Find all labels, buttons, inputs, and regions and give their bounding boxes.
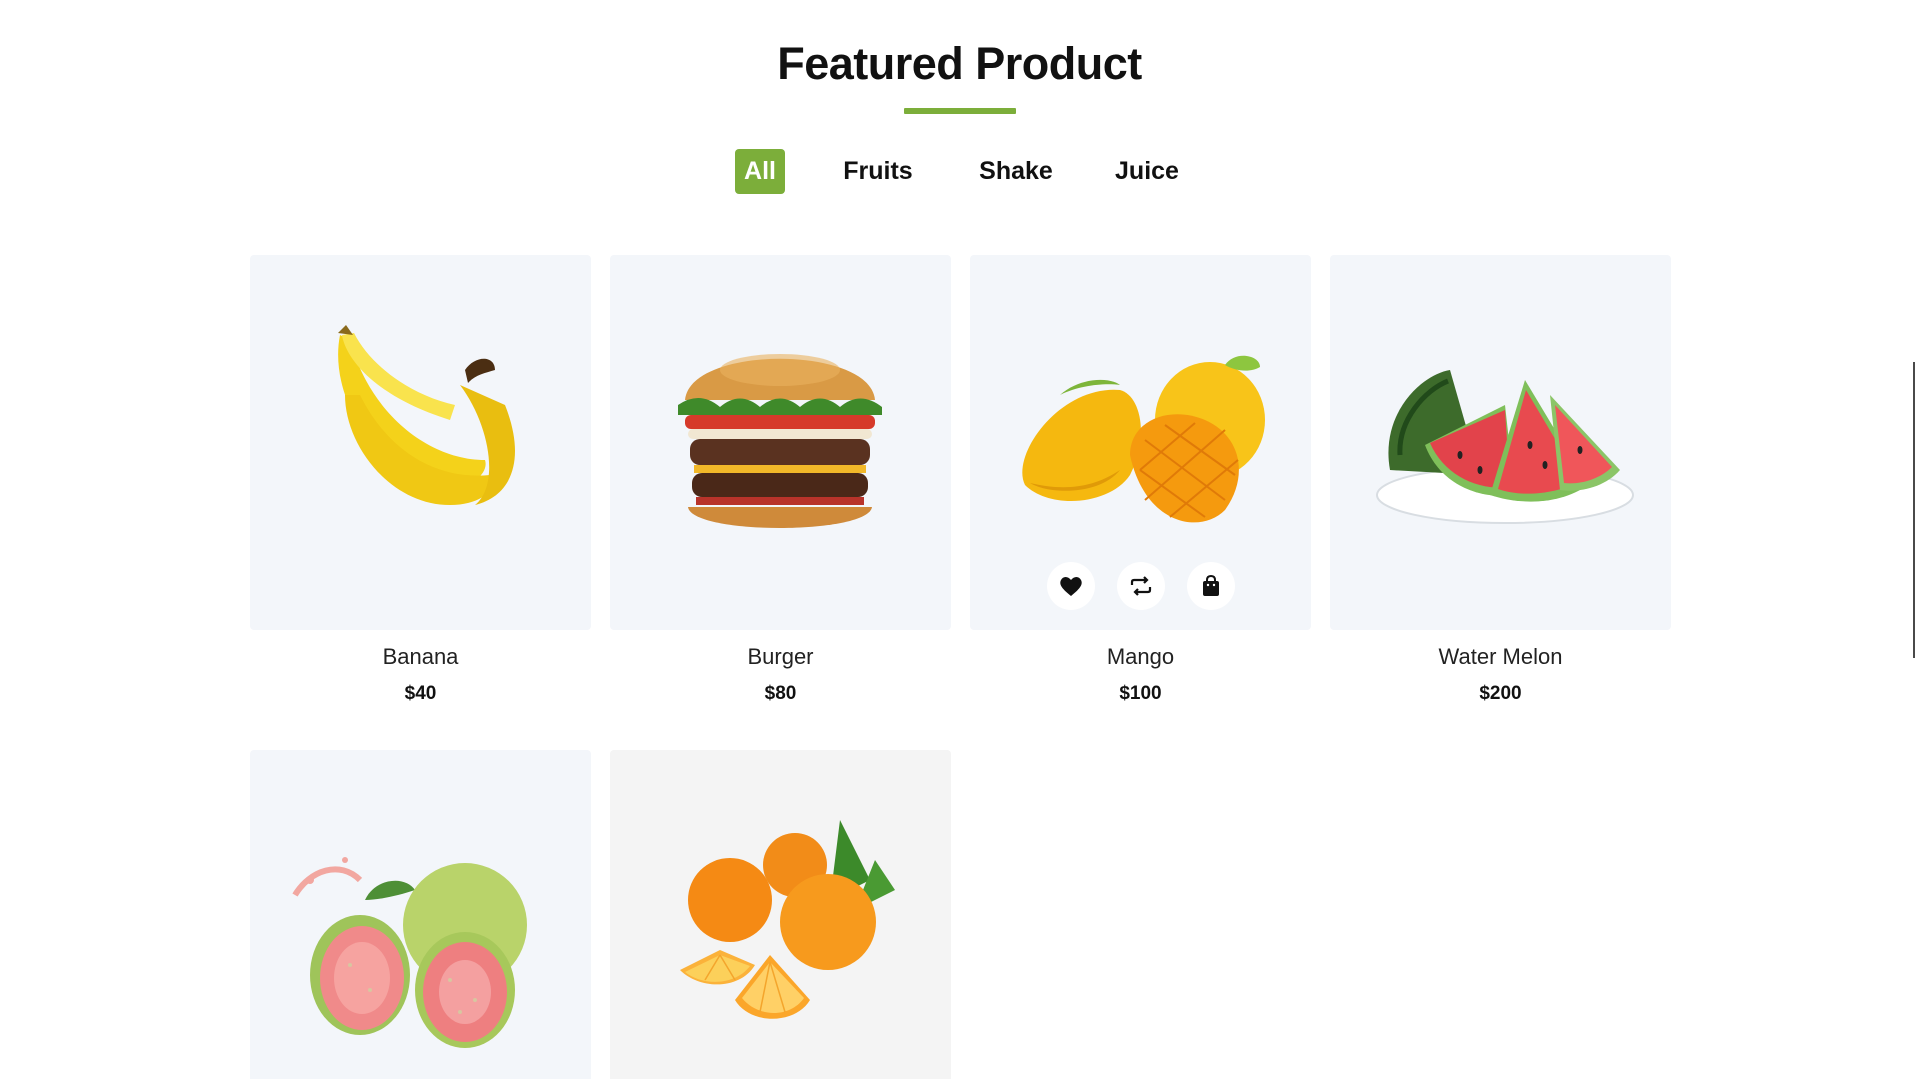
product-card-watermelon[interactable]: Water Melon $200 [1330,255,1671,704]
add-to-cart-button[interactable] [1187,562,1235,610]
burger-image [678,354,882,528]
product-name[interactable]: Banana [250,644,591,670]
product-image-container[interactable] [610,255,951,630]
product-image-container[interactable] [250,750,591,1079]
compare-button[interactable] [1117,562,1165,610]
orange-image [680,820,895,1019]
product-card-banana[interactable]: Banana $40 [250,255,591,704]
heart-icon [1060,577,1082,596]
product-actions [970,562,1311,610]
section-title: Featured Product [777,38,1142,89]
product-card-orange[interactable] [610,750,951,1079]
compare-icon [1130,576,1152,596]
product-image-container[interactable] [970,255,1311,630]
banana-image [338,325,515,505]
wishlist-button[interactable] [1047,562,1095,610]
product-image-container[interactable] [250,255,591,630]
filter-shake[interactable]: Shake [972,149,1060,194]
product-image-container[interactable] [610,750,951,1079]
product-name[interactable]: Water Melon [1330,644,1671,670]
filter-fruits[interactable]: Fruits [838,149,918,194]
product-name[interactable]: Mango [970,644,1311,670]
filter-all[interactable]: All [735,149,785,194]
watermelon-image [1376,370,1634,524]
title-underline [904,108,1016,114]
product-price: $100 [1119,683,1162,704]
product-price: $200 [1479,683,1522,704]
product-price: $40 [404,683,437,704]
product-card-mango[interactable]: Mango $100 [970,255,1311,704]
product-price: $80 [764,683,797,704]
guava-image [292,857,527,1048]
product-card-burger[interactable]: Burger $80 [610,255,951,704]
product-card-guava[interactable] [250,750,591,1079]
scrollbar[interactable] [1913,362,1915,658]
filter-juice[interactable]: Juice [1112,149,1182,194]
product-image-container[interactable] [1330,255,1671,630]
shopping-bag-icon [1203,575,1219,596]
category-filters: All Fruits Shake Juice [0,149,1919,195]
product-name[interactable]: Burger [610,644,951,670]
